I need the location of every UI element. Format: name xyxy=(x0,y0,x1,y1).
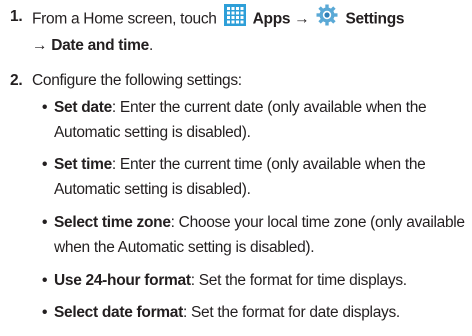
select-date-format-desc: : Set the format for date displays. xyxy=(182,304,400,321)
select-time-zone-term: Select time zone xyxy=(54,214,171,231)
bullet-1: • xyxy=(42,99,48,116)
bullet-3: • xyxy=(42,214,48,231)
use-24-hour-term: Use 24-hour format xyxy=(54,272,191,289)
set-time-term: Set time xyxy=(54,156,112,173)
step-1-line-2: → Date and time. xyxy=(32,37,153,55)
select-date-format-term: Select date format xyxy=(54,304,183,321)
bullet-3-line-1: Select time zone: Choose your local time… xyxy=(54,214,465,232)
step-1-text: From a Home screen, touch xyxy=(32,10,217,28)
bullet-1-line-2: Automatic setting is disabled). xyxy=(54,124,251,141)
set-date-term: Set date xyxy=(54,99,112,116)
bullet-4-line-1: Use 24-hour format: Set the format for t… xyxy=(54,272,407,290)
step-1-period: . xyxy=(148,37,153,54)
apps-grid-icon xyxy=(223,4,246,31)
settings-label: Settings xyxy=(345,10,405,28)
bullet-3-line-2: when the Automatic setting is disabled). xyxy=(54,239,315,256)
bullet-2: • xyxy=(42,156,48,173)
select-time-zone-desc: : Choose your local time zone (only avai… xyxy=(170,214,465,231)
bullet-1-line-1: Set date: Enter the current date (only a… xyxy=(54,99,427,117)
use-24-hour-desc: : Set the format for time displays. xyxy=(190,272,407,289)
bullet-2-line-2: Automatic setting is disabled). xyxy=(54,181,251,198)
apps-label: Apps xyxy=(252,10,291,28)
bullet-5: • xyxy=(42,304,48,321)
bullet-2-line-1: Set time: Enter the current time (only a… xyxy=(54,156,426,174)
step-1-line-1: From a Home screen, touch Apps → Setting… xyxy=(32,4,405,31)
step-2-intro: Configure the following settings: xyxy=(32,72,242,89)
step-number-2: 2. xyxy=(10,72,23,89)
set-date-desc: : Enter the current date (only available… xyxy=(111,99,427,116)
settings-gear-icon xyxy=(316,4,338,31)
step-number-1: 1. xyxy=(10,8,23,25)
arrow-1: → xyxy=(294,10,310,28)
set-time-desc: : Enter the current time (only available… xyxy=(111,156,426,173)
bullet-5-line-1: Select date format: Set the format for d… xyxy=(54,304,400,322)
bullet-4: • xyxy=(42,272,48,289)
date-time-label: → Date and time xyxy=(32,37,149,54)
